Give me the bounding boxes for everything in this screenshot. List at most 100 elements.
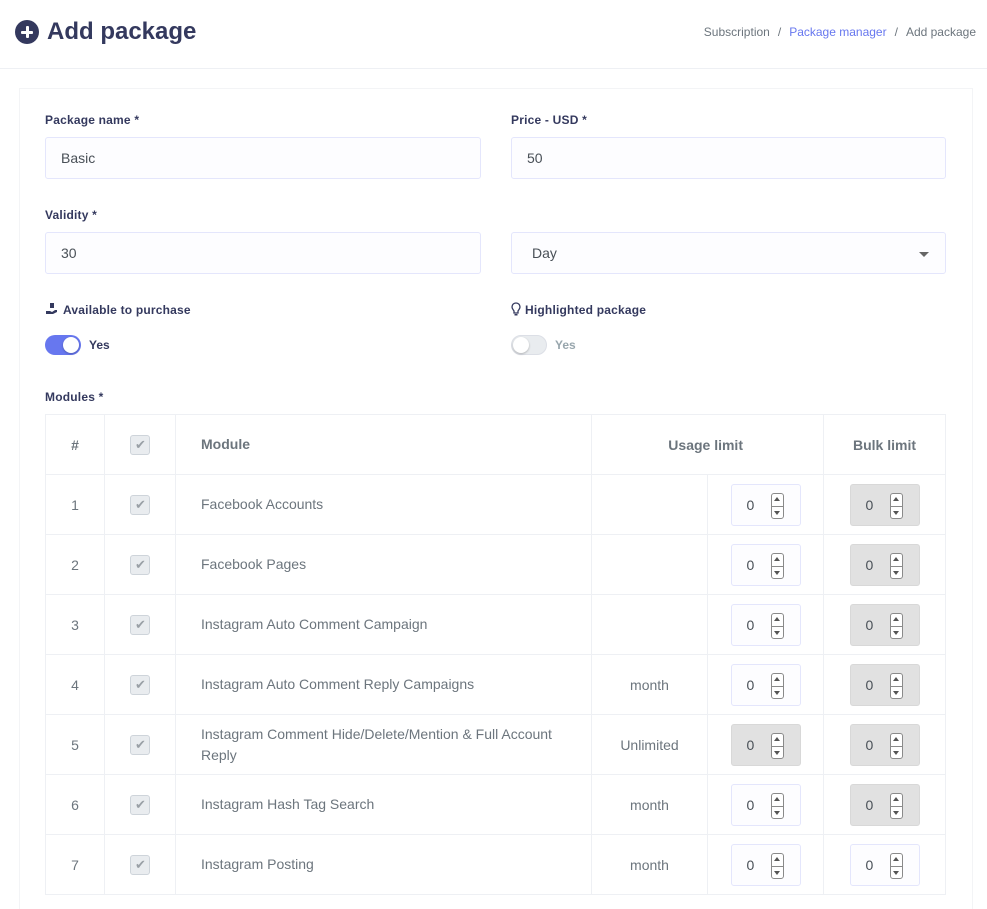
usage-limit-input: 0 [730, 723, 801, 766]
module-period: month [591, 774, 708, 835]
col-header-module: Module [175, 414, 592, 475]
available-toggle[interactable] [45, 335, 81, 355]
breadcrumb-separator: / [894, 25, 898, 39]
spinner-icon[interactable] [770, 792, 784, 819]
table-header-row: # Module Usage limit Bulk limit [45, 414, 946, 475]
module-name: Facebook Pages [175, 534, 592, 595]
bulk-limit-input: 0 [849, 483, 920, 526]
breadcrumb-current: Add package [905, 25, 976, 39]
spinner-icon[interactable] [770, 612, 784, 639]
breadcrumb: Subscription / Package manager / Add pac… [704, 25, 976, 39]
caret-down-icon [919, 252, 929, 257]
bulk-limit-input: 0 [849, 603, 920, 646]
bulk-limit-input: 0 [849, 663, 920, 706]
spinner-icon [889, 732, 903, 759]
col-header-select-all [104, 414, 176, 475]
usage-limit-input[interactable]: 0 [730, 603, 801, 646]
package-name-input[interactable]: Basic [45, 137, 481, 179]
highlighted-label: Highlighted package [511, 302, 646, 318]
module-period: Unlimited [591, 714, 708, 775]
highlighted-toggle[interactable] [511, 335, 547, 355]
row-num: 1 [45, 474, 105, 535]
col-header-num: # [45, 414, 105, 475]
validity-label: Validity * [45, 208, 98, 222]
breadcrumb-package-manager[interactable]: Package manager [789, 25, 886, 39]
spinner-icon[interactable] [770, 672, 784, 699]
module-checkbox[interactable] [130, 554, 150, 575]
spinner-icon [889, 792, 903, 819]
select-all-checkbox[interactable] [130, 434, 150, 455]
modules-label: Modules * [45, 390, 104, 404]
row-num: 5 [45, 714, 105, 775]
page-header: Add package Subscription / Package manag… [0, 0, 987, 69]
row-num: 2 [45, 534, 105, 595]
available-label-text: Available to purchase [63, 303, 191, 317]
module-period: month [591, 654, 708, 715]
bulk-limit-input: 0 [849, 723, 920, 766]
highlighted-toggle-text: Yes [555, 338, 576, 352]
module-name: Instagram Comment Hide/Delete/Mention & … [175, 714, 592, 775]
module-period: month [591, 834, 708, 895]
usage-limit-input[interactable]: 0 [730, 783, 801, 826]
toggle-knob [513, 337, 529, 353]
price-input[interactable]: 50 [511, 137, 946, 179]
price-label: Price - USD * [511, 113, 587, 127]
usage-limit-input[interactable]: 0 [730, 843, 801, 886]
usage-limit-input[interactable]: 0 [730, 663, 801, 706]
bulk-limit-input: 0 [849, 543, 920, 586]
validity-unit-selected: Day [532, 245, 557, 261]
row-num: 6 [45, 774, 105, 835]
available-label: Available to purchase [45, 302, 191, 318]
spinner-icon [889, 612, 903, 639]
spinner-icon [889, 672, 903, 699]
spinner-icon[interactable] [889, 852, 903, 879]
module-name: Instagram Hash Tag Search [175, 774, 592, 835]
module-period [591, 594, 708, 655]
table-row: 5 Instagram Comment Hide/Delete/Mention … [45, 714, 946, 775]
package-form-card: Package name * Basic Price - USD * 50 Va… [20, 89, 972, 909]
module-name: Facebook Accounts [175, 474, 592, 535]
module-period [591, 534, 708, 595]
module-checkbox[interactable] [130, 794, 150, 815]
table-row: 1 Facebook Accounts 0 0 [45, 474, 946, 535]
table-row: 2 Facebook Pages 0 0 [45, 534, 946, 595]
highlighted-label-text: Highlighted package [525, 303, 647, 317]
breadcrumb-subscription[interactable]: Subscription [704, 25, 770, 39]
modules-table: # Module Usage limit Bulk limit 1 Facebo… [45, 414, 946, 895]
validity-unit-select[interactable]: Day [511, 232, 946, 274]
col-header-usage: Usage limit [591, 414, 824, 475]
spinner-icon [889, 552, 903, 579]
lightbulb-icon [511, 302, 521, 318]
breadcrumb-separator: / [777, 25, 782, 39]
package-name-label: Package name * [45, 113, 140, 127]
module-checkbox[interactable] [130, 614, 150, 635]
table-row: 3 Instagram Auto Comment Campaign 0 0 [45, 594, 946, 655]
row-num: 3 [45, 594, 105, 655]
validity-input[interactable]: 30 [45, 232, 481, 274]
module-name: Instagram Auto Comment Reply Campaigns [175, 654, 592, 715]
table-row: 4 Instagram Auto Comment Reply Campaigns… [45, 654, 946, 715]
usage-limit-input[interactable]: 0 [730, 483, 801, 526]
available-toggle-text: Yes [89, 338, 110, 352]
module-checkbox[interactable] [130, 854, 150, 875]
module-checkbox[interactable] [130, 674, 150, 695]
module-checkbox[interactable] [130, 494, 150, 515]
page-title-text: Add package [47, 18, 197, 45]
module-name: Instagram Posting [175, 834, 592, 895]
spinner-icon [770, 732, 784, 759]
table-row: 7 Instagram Posting month 0 0 [45, 834, 946, 895]
spinner-icon[interactable] [770, 492, 784, 519]
spinner-icon[interactable] [770, 852, 784, 879]
module-name: Instagram Auto Comment Campaign [175, 594, 592, 655]
hand-holding-icon [45, 302, 59, 318]
spinner-icon[interactable] [770, 552, 784, 579]
toggle-knob [63, 337, 79, 353]
usage-limit-input[interactable]: 0 [730, 543, 801, 586]
col-header-bulk: Bulk limit [823, 414, 946, 475]
plus-circle-icon [15, 20, 39, 44]
row-num: 7 [45, 834, 105, 895]
module-checkbox[interactable] [130, 734, 150, 755]
page-title: Add package [15, 18, 196, 46]
row-num: 4 [45, 654, 105, 715]
bulk-limit-input[interactable]: 0 [849, 843, 920, 886]
